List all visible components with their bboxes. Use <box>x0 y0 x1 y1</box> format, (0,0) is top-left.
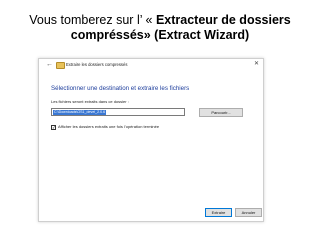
cancel-button[interactable]: Annuler <box>235 208 262 217</box>
browse-button[interactable]: Parcourir... <box>199 108 243 117</box>
zip-folder-icon <box>56 62 65 69</box>
show-extracted-label: Afficher les dossiers extraits une fois … <box>58 124 160 129</box>
window-title: Extraire les dossiers compressés <box>66 62 128 67</box>
destination-path-value: C:\Downloads\OS1_devel_2.0.6 <box>53 110 107 115</box>
dialog-titlebar: ← Extraire les dossiers compressés ✕ <box>39 59 263 71</box>
show-extracted-checkbox[interactable]: ✓ <box>51 125 56 130</box>
dialog-heading: Sélectionner une destination et extraire… <box>51 85 190 92</box>
extract-wizard-dialog: ← Extraire les dossiers compressés ✕ Sél… <box>38 58 264 222</box>
destination-path-input[interactable]: C:\Downloads\OS1_devel_2.0.6 <box>51 108 185 116</box>
extract-button[interactable]: Extraire <box>205 208 232 217</box>
close-icon[interactable]: ✕ <box>254 60 259 68</box>
slide-title-prefix: Vous tomberez sur l’ « <box>29 13 156 27</box>
destination-label: Les fichiers seront extraits dans ce dos… <box>51 99 129 104</box>
back-arrow-icon[interactable]: ← <box>46 61 53 69</box>
slide-title: Vous tomberez sur l’ « Extracteur de dos… <box>0 13 320 43</box>
